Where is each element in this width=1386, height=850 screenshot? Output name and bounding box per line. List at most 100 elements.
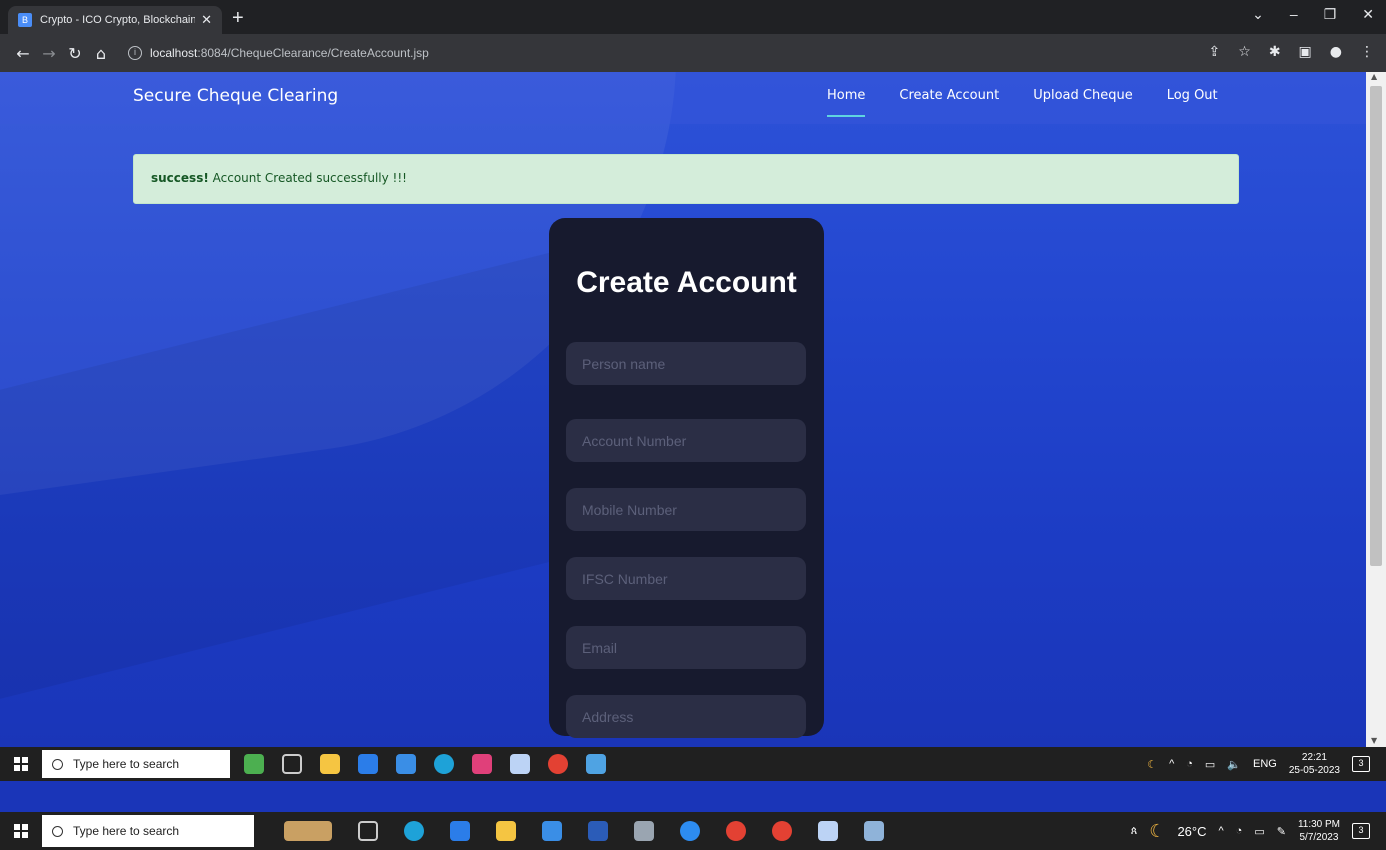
extensions-icon[interactable]: ✱ (1269, 44, 1281, 60)
taskbar-search[interactable]: Type here to search (42, 750, 230, 778)
create-account-form: Create Account (549, 218, 824, 738)
info-icon[interactable]: i (128, 46, 142, 60)
task-view-icon[interactable] (358, 821, 378, 841)
page-scrollbar[interactable]: ▲ ▼ (1366, 72, 1386, 747)
chrome-icon[interactable] (548, 754, 568, 774)
address-input[interactable] (566, 695, 806, 738)
edge-icon[interactable] (434, 754, 454, 774)
nav-log-out[interactable]: Log Out (1167, 88, 1218, 117)
teamviewer-icon[interactable] (680, 821, 700, 841)
pen-icon[interactable]: ✎ (1277, 825, 1286, 838)
network-icon[interactable]: ◔ (1236, 825, 1243, 837)
site-brand[interactable]: Secure Cheque Clearing (133, 86, 338, 106)
ifsc-number-input[interactable] (566, 557, 806, 600)
temperature[interactable]: 26°C (1177, 824, 1206, 839)
people-icon[interactable]: ጰ (1131, 825, 1138, 838)
taskbar-clock[interactable]: 22:21 25-05-2023 (1289, 751, 1340, 777)
account-number-input[interactable] (566, 419, 806, 462)
language-label[interactable]: ENG (1253, 758, 1277, 770)
scroll-up-icon[interactable]: ▲ (1371, 72, 1377, 81)
tray-chevron-icon[interactable]: ^ (1218, 825, 1223, 837)
system-tray: ጰ ☾ 26°C ^ ◔ ▭ ✎ 11:30 PM 5/7/2023 3 (1131, 818, 1370, 844)
weather-icon[interactable]: ☾ (1147, 758, 1157, 771)
taskbar-search[interactable]: Type here to search (42, 815, 254, 847)
scroll-thumb[interactable] (1370, 86, 1382, 566)
scroll-down-icon[interactable]: ▼ (1371, 736, 1377, 745)
battery-icon[interactable]: ▭ (1205, 758, 1215, 771)
url-path: :8084/ChequeClearance/CreateAccount.jsp (197, 46, 429, 60)
edge-icon[interactable] (404, 821, 424, 841)
menu-icon[interactable]: ⋮ (1360, 44, 1374, 60)
tab-close-icon[interactable]: ✕ (201, 12, 212, 28)
toolbar-icons: ⇪ ☆ ✱ ▣ ● ⋮ (1209, 44, 1374, 60)
file-explorer-icon[interactable] (496, 821, 516, 841)
mail-icon[interactable] (542, 821, 562, 841)
app-icon[interactable] (634, 821, 654, 841)
tab-title: Crypto - ICO Crypto, Blockchain (40, 14, 196, 26)
volume-icon[interactable]: 🔈 (1227, 758, 1241, 771)
window-controls: ⌄ – ❐ ✕ (1252, 6, 1374, 23)
mail-icon[interactable] (396, 754, 416, 774)
back-icon[interactable]: ← (10, 44, 36, 63)
tray-chevron-icon[interactable]: ^ (1169, 758, 1174, 770)
address-bar: ← → ↻ ⌂ i localhost:8084/ChequeClearance… (0, 34, 1386, 72)
profile-icon[interactable]: ● (1330, 44, 1342, 60)
form-title: Create Account (576, 266, 797, 299)
share-icon[interactable]: ⇪ (1209, 44, 1221, 60)
photos-icon[interactable] (586, 754, 606, 774)
piano-icon[interactable] (284, 821, 332, 841)
chrome-icon[interactable] (726, 821, 746, 841)
sidepanel-icon[interactable]: ▣ (1299, 44, 1312, 60)
paint-icon[interactable] (864, 821, 884, 841)
taskbar-clock[interactable]: 11:30 PM 5/7/2023 (1298, 818, 1340, 844)
browser-tab[interactable]: B Crypto - ICO Crypto, Blockchain ✕ (8, 6, 222, 34)
close-icon[interactable]: ✕ (1362, 6, 1374, 23)
file-explorer-icon[interactable] (320, 754, 340, 774)
browser-tab-bar: B Crypto - ICO Crypto, Blockchain ✕ + ⌄ … (0, 0, 1386, 34)
task-view-icon[interactable] (282, 754, 302, 774)
windows-start-icon[interactable] (14, 824, 28, 838)
minimize-icon[interactable]: – (1290, 6, 1298, 23)
chevron-down-icon[interactable]: ⌄ (1252, 6, 1264, 23)
url-field[interactable]: i localhost:8084/ChequeClearance/CreateA… (128, 39, 1188, 67)
taskbar-apps (284, 821, 884, 841)
site-navbar: Secure Cheque Clearing Home Create Accou… (0, 72, 1366, 124)
person-name-input[interactable] (566, 342, 806, 385)
tab-favicon-icon: B (18, 13, 32, 27)
word-icon[interactable] (588, 821, 608, 841)
weather-icon[interactable]: ☾ (1149, 821, 1165, 842)
clock-time: 11:30 PM (1297, 819, 1340, 830)
app-icon[interactable] (472, 754, 492, 774)
taskbar-apps (244, 754, 606, 774)
email-input[interactable] (566, 626, 806, 669)
package-icon[interactable] (510, 754, 530, 774)
notification-icon[interactable]: 3 (1352, 823, 1370, 839)
search-placeholder: Type here to search (73, 757, 180, 771)
restore-icon[interactable]: ❐ (1324, 6, 1337, 23)
search-icon (52, 758, 63, 770)
network-icon[interactable]: ◔ (1186, 758, 1193, 770)
star-icon[interactable]: ☆ (1238, 44, 1251, 60)
windows-start-icon[interactable] (14, 757, 28, 771)
nav-create-account[interactable]: Create Account (899, 88, 999, 117)
url-host: localhost (150, 46, 198, 60)
package-icon[interactable] (818, 821, 838, 841)
mobile-number-input[interactable] (566, 488, 806, 531)
store-icon[interactable] (358, 754, 378, 774)
battery-icon[interactable]: ▭ (1254, 825, 1264, 838)
store-icon[interactable] (450, 821, 470, 841)
page-viewport: Secure Cheque Clearing Home Create Accou… (0, 72, 1366, 747)
background-strip (0, 781, 1386, 812)
widget-icon[interactable] (244, 754, 264, 774)
notification-icon[interactable]: 3 (1352, 756, 1370, 772)
home-icon[interactable]: ⌂ (88, 44, 114, 63)
outer-taskbar: Type here to search ጰ ☾ 26°C ^ ◔ ▭ ✎ 11:… (0, 812, 1386, 850)
reload-icon[interactable]: ↻ (62, 44, 88, 63)
forward-icon[interactable]: → (36, 44, 62, 63)
nav-home[interactable]: Home (827, 88, 866, 117)
nav-upload-cheque[interactable]: Upload Cheque (1033, 88, 1133, 117)
clock-time: 22:21 (1301, 752, 1327, 763)
new-tab-icon[interactable]: + (232, 6, 244, 30)
inner-taskbar: Type here to search ☾ ^ ◔ ▭ 🔈 ENG 22:21 … (0, 747, 1386, 781)
chrome-icon[interactable] (772, 821, 792, 841)
